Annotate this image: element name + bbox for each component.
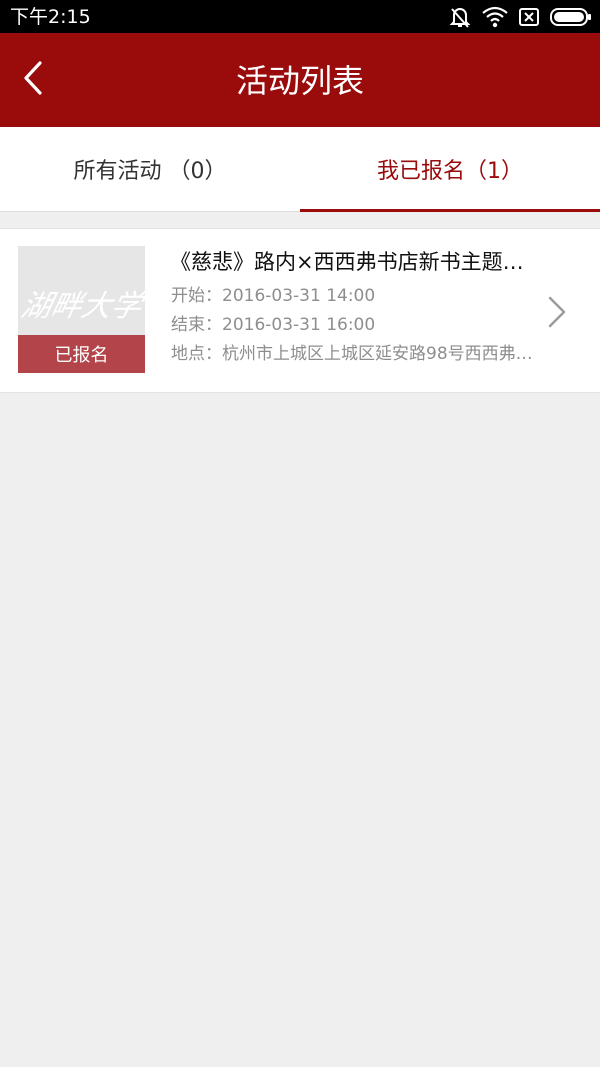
event-start-time: 开始：2016-03-31 14:00 (171, 286, 376, 306)
page-title: 活动列表 (235, 62, 364, 100)
status-icons (448, 4, 592, 30)
battery-icon (550, 7, 592, 27)
logo-text: 湖畔大学 (18, 289, 145, 324)
event-thumbnail: 湖畔大学 已报名 (18, 246, 145, 373)
tab-all-activities[interactable]: 所有活动 （0） (0, 127, 300, 211)
status-bar: 下午2:15 (0, 0, 600, 33)
status-time: 下午2:15 (10, 6, 91, 28)
registered-badge: 已报名 (18, 335, 145, 373)
hupan-university-logo: 湖畔大学 (18, 289, 145, 324)
event-title: 《慈悲》路内×西西弗书店新书主题分享会 (170, 250, 540, 274)
no-sim-icon (518, 6, 540, 28)
tab-bar: 所有活动 （0） 我已报名（1） (0, 127, 600, 212)
wifi-icon (482, 6, 508, 28)
mute-icon (448, 5, 472, 29)
chevron-right-icon (546, 295, 568, 329)
tab-registered[interactable]: 我已报名（1） (300, 127, 600, 211)
event-location: 地点：杭州市上城区上城区延安路98号西西弗书店 (171, 344, 536, 364)
event-end-time: 结束：2016-03-31 16:00 (171, 315, 376, 335)
app-header: 活动列表 (0, 33, 600, 127)
event-list-item[interactable]: 湖畔大学 已报名 《慈悲》路内×西西弗书店新书主题分享会 开始：2016-03-… (0, 228, 600, 393)
active-tab-indicator (300, 209, 600, 212)
